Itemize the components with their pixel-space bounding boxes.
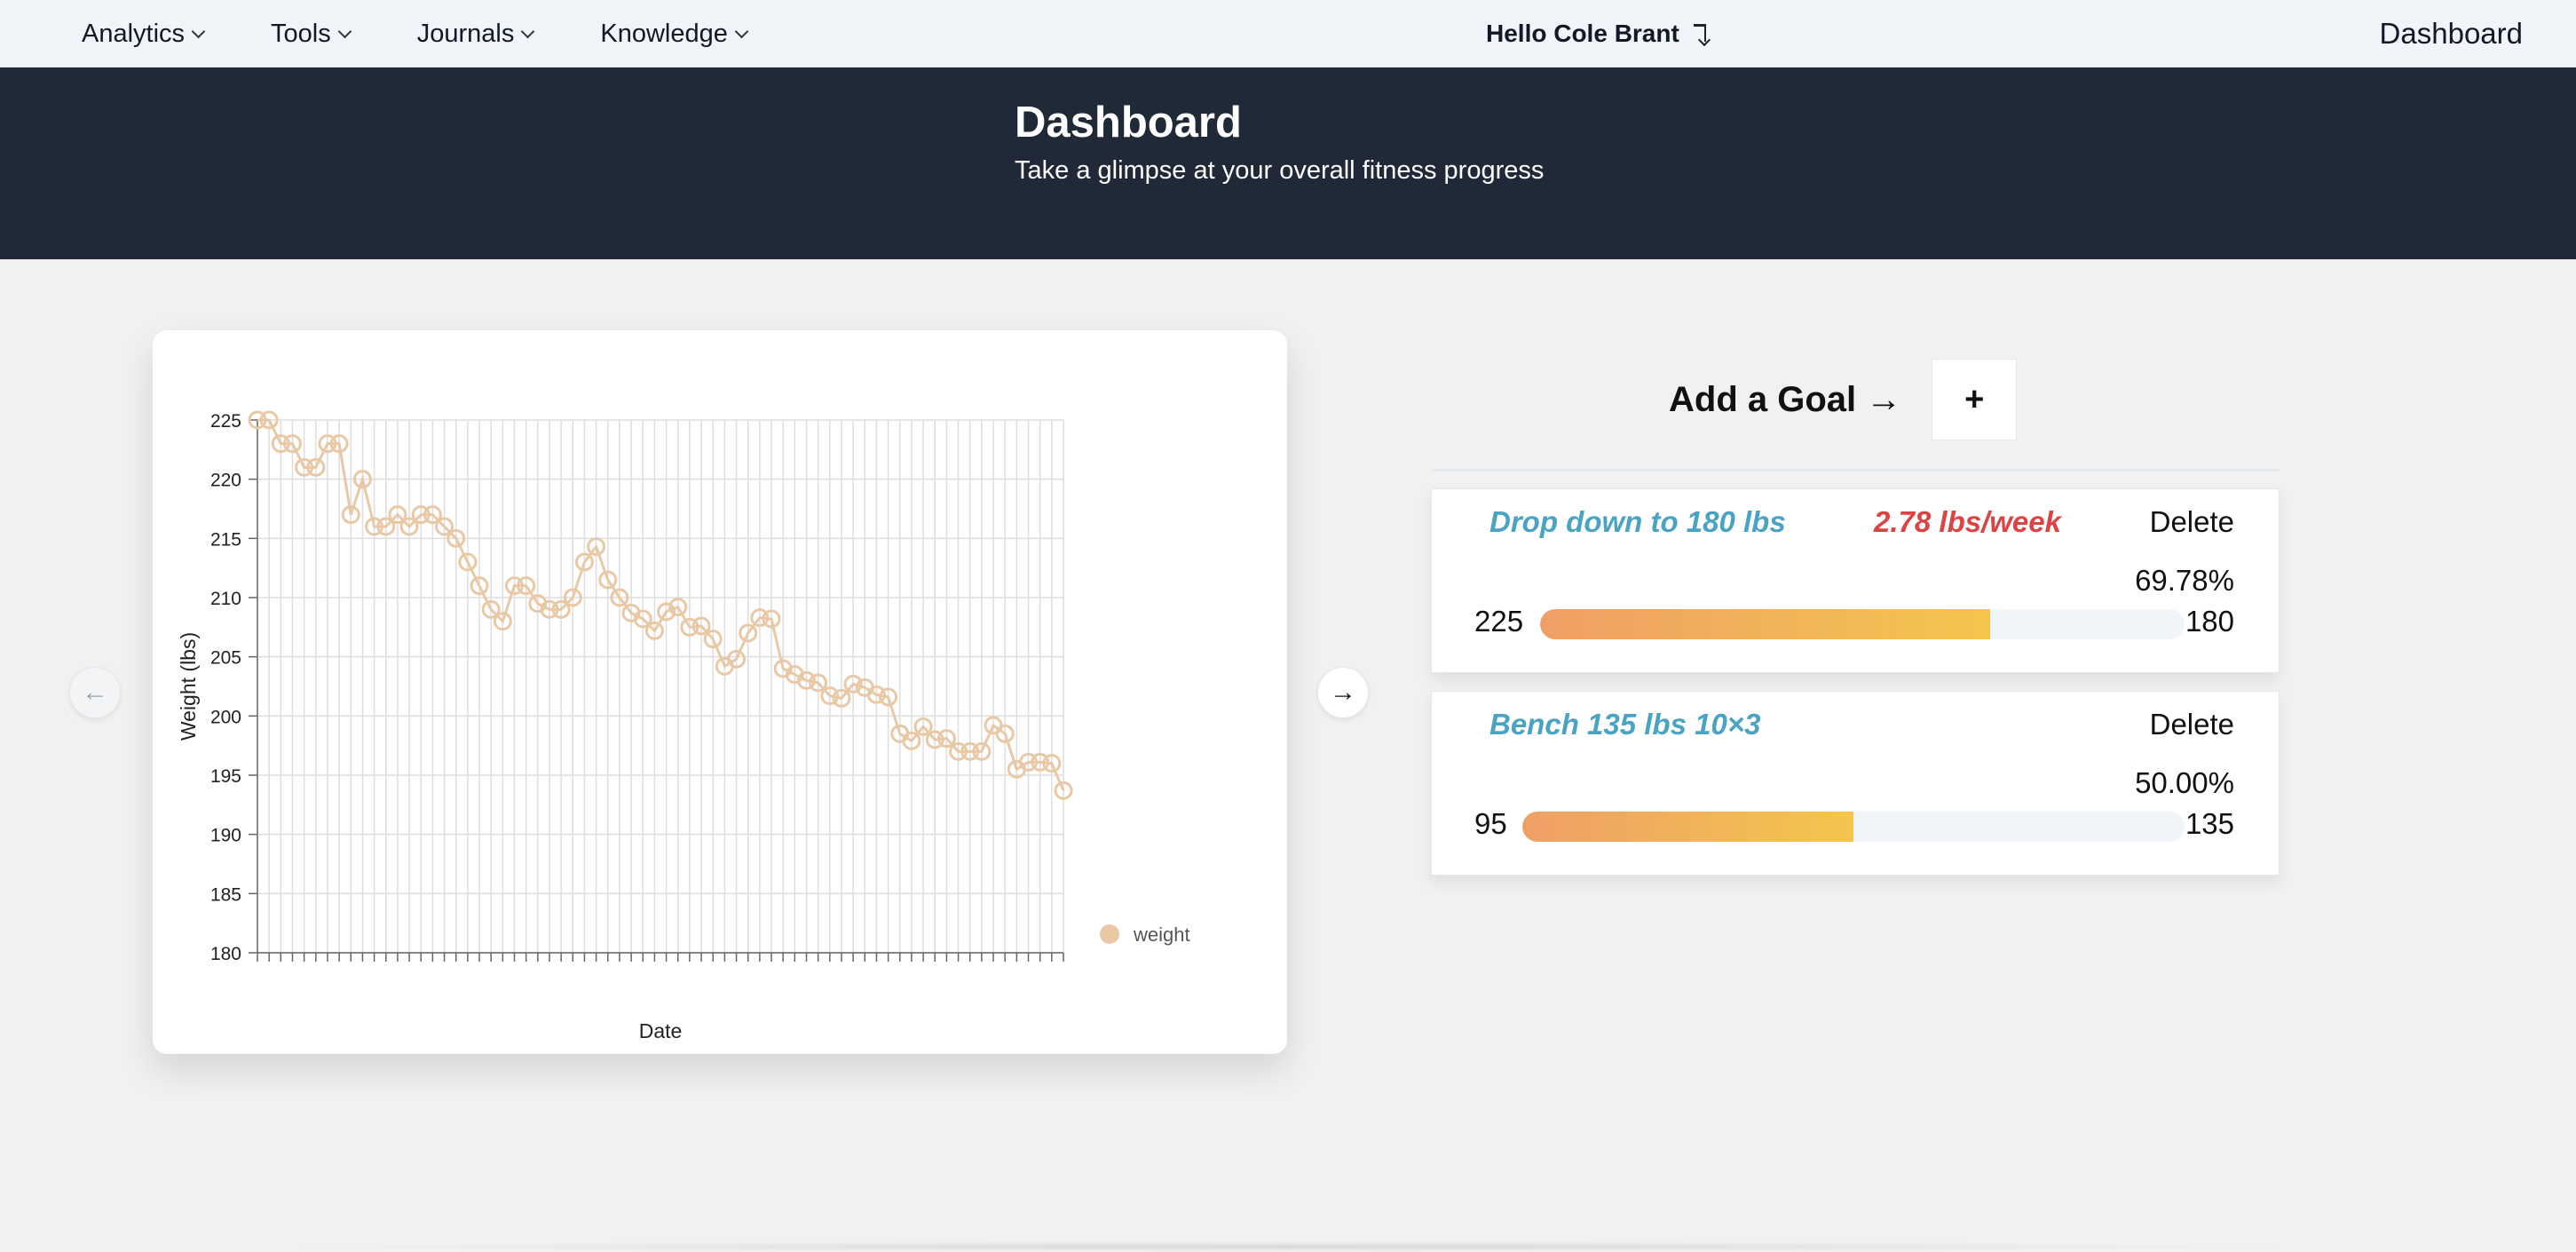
y-tick-label: 185 bbox=[210, 884, 241, 905]
add-goal-heading: Add a Goal → bbox=[1669, 379, 1902, 419]
chevron-down-icon bbox=[734, 24, 749, 38]
nav-dashboard-link[interactable]: Dashboard bbox=[2380, 0, 2523, 67]
top-navbar: Analytics Tools Journals Knowledge Hello… bbox=[0, 0, 2576, 67]
y-tick-label: 220 bbox=[210, 471, 241, 491]
y-tick-label: 195 bbox=[210, 766, 241, 787]
legend-marker bbox=[1100, 924, 1119, 944]
carousel-next-button[interactable]: → bbox=[1317, 667, 1369, 718]
y-tick-label: 225 bbox=[210, 411, 241, 432]
nav-knowledge-label: Knowledge bbox=[600, 19, 728, 48]
chevron-down-icon bbox=[521, 24, 535, 38]
carousel-prev-button[interactable]: ← bbox=[69, 667, 121, 718]
arrow-right-icon: → bbox=[1330, 678, 1356, 707]
goal-target-value: 135 bbox=[2185, 807, 2234, 840]
goal-card: Drop down to 180 lbs 2.78 lbs/week Delet… bbox=[1431, 488, 2280, 673]
divider bbox=[1431, 469, 2280, 471]
goal-percent: 50.00% bbox=[2135, 766, 2234, 799]
goal-card: Bench 135 lbs 10×3 Delete 50.00% 95 135 bbox=[1431, 691, 2280, 876]
delete-goal-button[interactable]: Delete bbox=[2150, 505, 2234, 539]
add-goal-row: Add a Goal → + bbox=[1669, 359, 2018, 440]
y-tick-label: 205 bbox=[210, 648, 241, 669]
nav-knowledge-dropdown[interactable]: Knowledge bbox=[600, 19, 749, 49]
y-tick-label: 210 bbox=[210, 589, 241, 609]
goal-name: Bench 135 lbs 10×3 bbox=[1489, 708, 1761, 741]
x-axis-title: Date bbox=[639, 1019, 683, 1042]
delete-goal-button[interactable]: Delete bbox=[2150, 708, 2234, 741]
user-greeting: Hello Cole Brant bbox=[1486, 0, 1711, 67]
y-axis-title: Weight (lbs) bbox=[177, 632, 200, 741]
goal-start-value: 95 bbox=[1474, 807, 1507, 840]
goal-progress-bar bbox=[1540, 609, 2185, 639]
goal-name: Drop down to 180 lbs bbox=[1489, 505, 1786, 538]
nav-journals-dropdown[interactable]: Journals bbox=[416, 19, 535, 49]
goal-rate: 2.78 lbs/week bbox=[1874, 505, 2061, 538]
goal-target-value: 180 bbox=[2185, 605, 2234, 638]
nav-menu: Analytics Tools Journals Knowledge bbox=[82, 0, 749, 67]
weight-chart-card: 180 185 190 195 200 205 210 215 220 225 Weight (lb… bbox=[153, 330, 1287, 1054]
chevron-down-icon bbox=[337, 24, 352, 38]
nav-tools-dropdown[interactable]: Tools bbox=[271, 19, 352, 49]
arrow-left-icon: ← bbox=[82, 678, 108, 707]
goal-progress-bar bbox=[1522, 812, 2185, 842]
y-tick-label: 215 bbox=[210, 529, 241, 550]
nav-analytics-dropdown[interactable]: Analytics bbox=[82, 19, 206, 49]
goal-percent: 69.78% bbox=[2135, 564, 2234, 597]
page-header: Dashboard Take a glimpse at your overall… bbox=[0, 67, 2576, 259]
nav-journals-label: Journals bbox=[416, 19, 515, 48]
chevron-down-icon bbox=[191, 24, 206, 38]
logout-icon[interactable] bbox=[1693, 22, 1711, 47]
goal-progress-fill bbox=[1522, 812, 1853, 842]
goal-progress-fill bbox=[1540, 609, 1990, 639]
legend-label: weight bbox=[1133, 923, 1190, 946]
y-tick-label: 180 bbox=[210, 944, 241, 964]
weight-chart: 180 185 190 195 200 205 210 215 220 225 Weight (lb… bbox=[177, 410, 1190, 1042]
section-shadow bbox=[266, 1241, 2308, 1252]
page-title: Dashboard bbox=[1015, 99, 1242, 147]
greeting-text: Hello Cole Brant bbox=[1486, 20, 1679, 47]
logout-arrow bbox=[1697, 33, 1711, 47]
goal-start-value: 225 bbox=[1474, 605, 1524, 638]
nav-tools-label: Tools bbox=[271, 19, 331, 48]
y-tick-label: 200 bbox=[210, 707, 241, 727]
add-goal-button[interactable]: + bbox=[1932, 359, 2018, 440]
nav-analytics-label: Analytics bbox=[82, 19, 186, 48]
page-subtitle: Take a glimpse at your overall fitness p… bbox=[1015, 156, 1545, 185]
y-tick-label: 190 bbox=[210, 826, 241, 846]
